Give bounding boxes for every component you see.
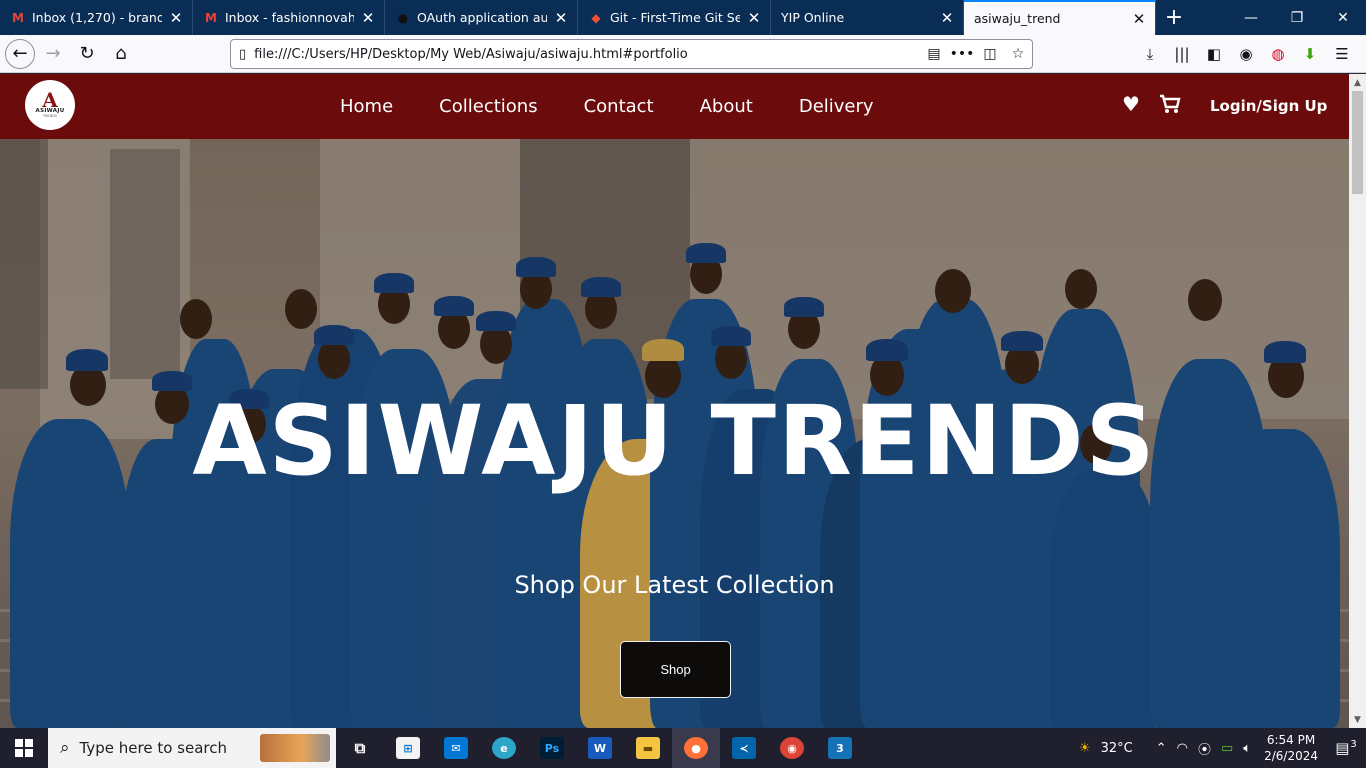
page-actions-icon[interactable]: ••• xyxy=(948,46,976,62)
page-scrollbar[interactable]: ▲ ▼ xyxy=(1349,74,1366,728)
github-icon: ● xyxy=(397,10,409,25)
extension-red-icon[interactable]: ◍ xyxy=(1262,38,1294,70)
notifications-icon[interactable]: ▤ 3 xyxy=(1326,739,1366,757)
site-header: A ASIWAJU TRENDS Home Collections Contac… xyxy=(0,74,1349,139)
scroll-up-icon[interactable]: ▲ xyxy=(1349,74,1366,91)
search-highlight-image xyxy=(260,734,330,762)
search-placeholder: Type here to search xyxy=(79,739,227,757)
downloads-icon[interactable]: ⤓ xyxy=(1134,38,1166,70)
main-nav: Home Collections Contact About Delivery xyxy=(340,74,920,139)
close-tab-icon[interactable]: ✕ xyxy=(1131,10,1147,28)
taskbar-clock[interactable]: 6:54 PM 2/6/2024 xyxy=(1264,732,1318,764)
close-tab-icon[interactable]: ✕ xyxy=(553,9,569,27)
forward-arrow-icon[interactable]: → xyxy=(37,38,69,70)
word-icon[interactable]: W xyxy=(576,728,624,768)
reader-view-icon[interactable]: ▤ xyxy=(920,46,948,62)
extension-green-icon[interactable]: ⬇ xyxy=(1294,38,1326,70)
taskbar-search-box[interactable]: ⌕ Type here to search xyxy=(48,728,336,768)
scroll-down-icon[interactable]: ▼ xyxy=(1349,711,1366,728)
sidebar-icon[interactable]: ◧ xyxy=(1198,38,1230,70)
git-icon: ◆ xyxy=(591,10,601,25)
bookmark-star-icon[interactable]: ☆ xyxy=(1004,46,1032,62)
url-text[interactable]: file:///C:/Users/HP/Desktop/My Web/Asiwa… xyxy=(254,47,920,62)
network-icon[interactable]: ◠ xyxy=(1177,741,1188,756)
gmail-icon: M xyxy=(205,10,217,25)
page-info-icon[interactable]: ▯ xyxy=(239,47,246,62)
edge-icon[interactable]: e xyxy=(480,728,528,768)
search-icon: ⌕ xyxy=(60,738,70,758)
nav-home[interactable]: Home xyxy=(340,96,393,117)
css3-icon[interactable]: 3 xyxy=(816,728,864,768)
close-tab-icon[interactable]: ✕ xyxy=(168,9,184,27)
nav-contact[interactable]: Contact xyxy=(584,96,654,117)
home-icon[interactable]: ⌂ xyxy=(105,38,137,70)
browser-toolbar: ← → ↻ ⌂ ▯ file:///C:/Users/HP/Desktop/My… xyxy=(0,35,1366,73)
tab-asiwaju-trend[interactable]: asiwaju_trend ✕ xyxy=(964,0,1156,35)
tab-yip-online[interactable]: YIP Online ✕ xyxy=(771,0,964,35)
minimize-icon[interactable]: — xyxy=(1228,0,1274,35)
microsoft-store-icon[interactable]: ⊞ xyxy=(384,728,432,768)
system-tray: ☀ 32°C ⌃ ◠ ⦿ ▭ 🔈︎ 6:54 PM 2/6/2024 ▤ 3 xyxy=(1074,728,1366,768)
hero-title: ASIWAJU TRENDS xyxy=(192,385,1157,497)
library-icon[interactable]: ||| xyxy=(1166,38,1198,70)
vscode-icon[interactable]: ≺ xyxy=(720,728,768,768)
new-tab-button[interactable]: + xyxy=(1156,0,1192,35)
clock-time: 6:54 PM xyxy=(1266,733,1316,747)
show-hidden-icons-icon[interactable]: ⌃ xyxy=(1156,741,1167,756)
task-view-icon[interactable]: ⧉ xyxy=(336,728,384,768)
file-explorer-icon[interactable]: ▬ xyxy=(624,728,672,768)
nav-about[interactable]: About xyxy=(700,96,753,117)
notification-count: 3 xyxy=(1350,739,1357,750)
mail-icon[interactable]: ✉ xyxy=(432,728,480,768)
close-tab-icon[interactable]: ✕ xyxy=(746,9,762,27)
login-signup-link[interactable]: Login/Sign Up xyxy=(1210,97,1327,115)
photoshop-icon[interactable]: Ps xyxy=(528,728,576,768)
browser-tab-strip: M Inbox (1,270) - brand.cas ✕ M Inbox - … xyxy=(0,0,1366,35)
firefox-icon[interactable]: ● xyxy=(672,728,720,768)
heart-icon[interactable]: ♥ xyxy=(1120,92,1142,116)
nav-delivery[interactable]: Delivery xyxy=(799,96,874,117)
restore-icon[interactable]: ❐ xyxy=(1274,0,1320,35)
battery-icon[interactable]: ▭ xyxy=(1221,741,1233,756)
tab-oauth[interactable]: ● OAuth application autho ✕ xyxy=(385,0,578,35)
clock-date: 2/6/2024 xyxy=(1264,749,1318,763)
gmail-icon: M xyxy=(12,10,24,25)
close-tab-icon[interactable]: ✕ xyxy=(360,9,376,27)
hero-banner: ASIWAJU TRENDS Shop Our Latest Collectio… xyxy=(0,139,1349,728)
cart-icon[interactable] xyxy=(1159,94,1181,114)
windows-start-icon[interactable] xyxy=(0,728,48,768)
shop-button[interactable]: Shop xyxy=(620,641,731,698)
window-controls: — ❐ ✕ xyxy=(1228,0,1366,35)
web-page: A ASIWAJU TRENDS Home Collections Contac… xyxy=(0,74,1349,728)
weather-temperature[interactable]: 32°C xyxy=(1101,741,1133,756)
close-window-icon[interactable]: ✕ xyxy=(1320,0,1366,35)
meet-now-icon[interactable]: ⦿ xyxy=(1198,739,1211,758)
account-icon[interactable]: ◉ xyxy=(1230,38,1262,70)
pocket-icon[interactable]: ◫ xyxy=(976,46,1004,62)
address-bar[interactable]: ▯ file:///C:/Users/HP/Desktop/My Web/Asi… xyxy=(230,39,1033,69)
back-arrow-icon[interactable]: ← xyxy=(5,38,35,69)
tab-git-setup[interactable]: ◆ Git - First-Time Git Setup ✕ xyxy=(578,0,771,35)
hero-subtitle: Shop Our Latest Collection xyxy=(514,571,835,599)
nav-collections[interactable]: Collections xyxy=(439,96,537,117)
volume-icon[interactable]: 🔈︎ xyxy=(1243,741,1251,756)
reload-icon[interactable]: ↻ xyxy=(71,38,103,70)
tab-gmail-fashionnova[interactable]: M Inbox - fashionnovahead ✕ xyxy=(193,0,385,35)
site-logo[interactable]: A ASIWAJU TRENDS xyxy=(25,80,75,130)
chrome-icon[interactable]: ◉ xyxy=(768,728,816,768)
menu-hamburger-icon[interactable]: ☰ xyxy=(1326,38,1358,70)
windows-taskbar: ⌕ Type here to search ⧉ ⊞ ✉ e Ps W ▬ ● ≺… xyxy=(0,728,1366,768)
scrollbar-thumb[interactable] xyxy=(1352,91,1363,194)
close-tab-icon[interactable]: ✕ xyxy=(939,9,955,27)
tab-gmail-inbox[interactable]: M Inbox (1,270) - brand.cas ✕ xyxy=(0,0,193,35)
weather-icon[interactable]: ☀ xyxy=(1079,741,1091,756)
